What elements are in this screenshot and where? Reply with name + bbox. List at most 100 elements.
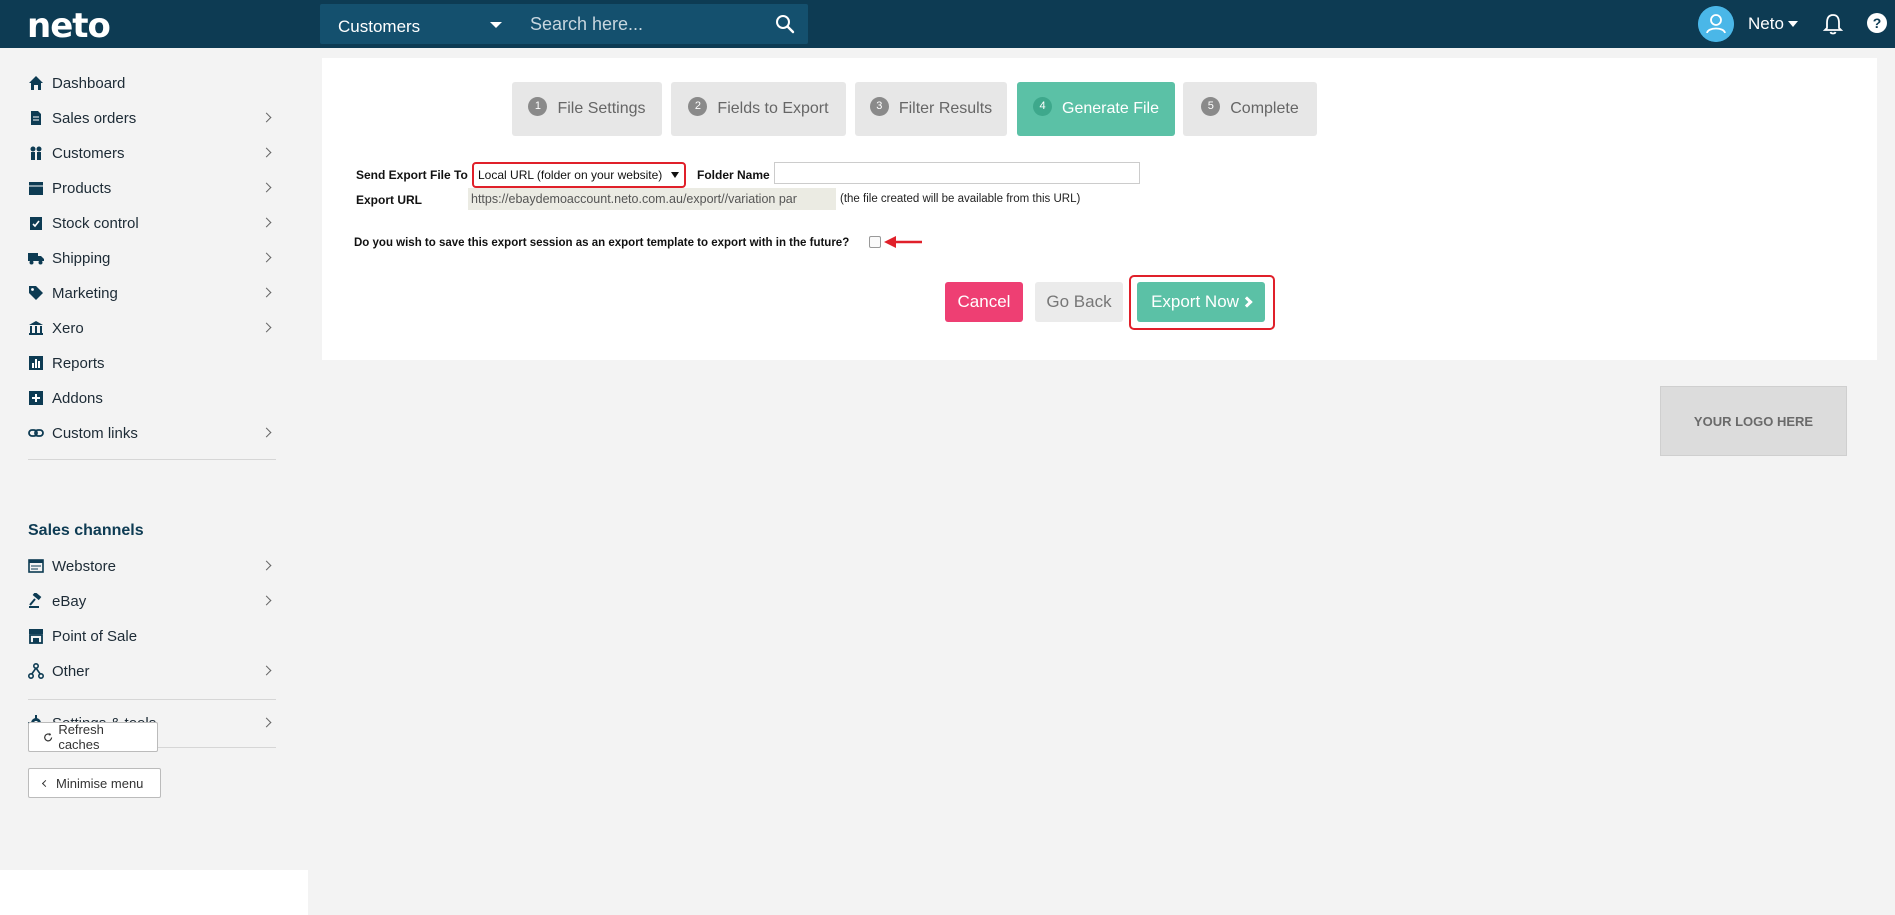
step-generate-file[interactable]: 4 Generate File (1017, 82, 1175, 136)
send-export-file-to-value: Local URL (folder on your website) (478, 168, 663, 182)
chevron-right-icon (261, 427, 272, 438)
step-number: 3 (869, 96, 889, 116)
step-label: File Settings (557, 100, 646, 117)
step-label: Filter Results (898, 100, 993, 117)
bell-icon[interactable] (1822, 12, 1844, 36)
export-now-label: Export Now (1151, 292, 1239, 311)
chevron-right-icon (261, 147, 272, 158)
export-wizard-card: 1 File Settings 2 Fields to Export 3 Fil… (322, 58, 1877, 360)
step-complete[interactable]: 5 Complete (1183, 82, 1317, 136)
search-input[interactable] (530, 4, 760, 44)
search-icon[interactable] (775, 14, 795, 34)
export-url-label: Export URL (356, 193, 422, 207)
chevron-right-icon (261, 560, 272, 571)
save-template-checkbox[interactable] (869, 236, 881, 248)
chevron-right-icon (261, 322, 272, 333)
send-export-file-to-select[interactable]: Local URL (folder on your website) (472, 162, 686, 188)
step-number: 1 (528, 96, 548, 116)
gavel-icon (29, 593, 42, 608)
sidebar-item-xero[interactable]: Xero (28, 313, 272, 343)
sidebar-item-label: eBay (52, 592, 87, 610)
sidebar-item-reports[interactable]: Reports (28, 348, 270, 378)
folder-name-input[interactable] (774, 162, 1140, 184)
chevron-right-icon (261, 112, 272, 123)
people-icon (30, 146, 42, 160)
sidebar-item-label: Point of Sale (52, 627, 138, 645)
send-export-file-to-label: Send Export File To (356, 168, 468, 182)
bank-icon (29, 321, 43, 335)
sidebar-item-products[interactable]: Products (28, 173, 272, 203)
export-url-note: (the file created will be available from… (840, 193, 1081, 205)
box-icon (29, 182, 43, 195)
sidebar-item-label: Shipping (52, 249, 111, 267)
chevron-right-icon (1241, 296, 1253, 308)
search-bar: Customers (320, 4, 808, 44)
sidebar-item-webstore[interactable]: Webstore (28, 551, 272, 581)
chevron-right-icon (261, 665, 272, 676)
sidebar-item-point-of-sale[interactable]: Point of Sale (28, 621, 270, 651)
sidebar-item-label: Products (52, 179, 112, 197)
truck-icon (28, 253, 44, 265)
top-bar: neto Customers Neto ? (0, 0, 1895, 48)
sidebar-item-label: Webstore (52, 557, 116, 575)
sidebar-item-label: Reports (52, 354, 105, 372)
minimise-menu-label: Minimise menu (56, 775, 144, 791)
chevron-right-icon (261, 252, 272, 263)
chevron-right-icon (261, 287, 272, 298)
sidebar-item-dashboard[interactable]: Dashboard (28, 68, 270, 98)
sidebar-item-addons[interactable]: Addons (28, 383, 270, 413)
chevron-right-icon (261, 182, 272, 193)
tag-icon (29, 286, 43, 300)
sidebar-item-shipping[interactable]: Shipping (28, 243, 272, 273)
step-fields-to-export[interactable]: 2 Fields to Export (671, 82, 846, 136)
sales-channels-heading: Sales channels (28, 522, 144, 539)
bar-chart-icon (29, 356, 43, 370)
step-file-settings[interactable]: 1 File Settings (512, 82, 662, 136)
divider (28, 699, 276, 700)
chevron-down-icon (671, 172, 679, 178)
arrow-left-icon (884, 236, 922, 248)
sidebar-item-customers[interactable]: Customers (28, 138, 272, 168)
chevron-down-icon (1788, 21, 1798, 27)
chevron-left-icon (41, 779, 50, 787)
refresh-caches-label: Refresh caches (58, 722, 104, 752)
export-now-button[interactable]: Export Now (1137, 282, 1265, 322)
sidebar-item-other[interactable]: Other (28, 656, 272, 686)
help-icon[interactable]: ? (1866, 12, 1888, 34)
neto-logo[interactable]: neto (27, 6, 111, 46)
refresh-caches-button[interactable]: Refresh caches (28, 722, 158, 752)
sidebar-item-label: Customers (52, 144, 125, 162)
sidebar-item-custom-links[interactable]: Custom links (28, 418, 272, 448)
step-label: Complete (1230, 100, 1299, 117)
step-label: Generate File (1062, 100, 1159, 117)
sidebar-item-stock-control[interactable]: Stock control (28, 208, 272, 238)
chevron-right-icon (261, 717, 272, 728)
sidebar-footer (0, 870, 308, 915)
svg-text:?: ? (1873, 15, 1882, 31)
chevron-right-icon (261, 217, 272, 228)
browser-icon (28, 559, 44, 573)
avatar[interactable] (1698, 6, 1734, 42)
sidebar-item-label: Xero (52, 319, 84, 337)
step-number: 2 (688, 96, 708, 116)
network-icon (28, 663, 44, 679)
sidebar-item-label: Custom links (52, 424, 138, 442)
sidebar-item-label: Marketing (52, 284, 118, 302)
cancel-button[interactable]: Cancel (945, 282, 1023, 322)
chevron-right-icon (261, 595, 272, 606)
refresh-icon (44, 732, 53, 741)
home-icon (29, 76, 43, 90)
store-icon (29, 629, 43, 644)
sidebar-item-sales-orders[interactable]: Sales orders (28, 103, 272, 133)
sidebar-item-marketing[interactable]: Marketing (28, 278, 272, 308)
search-scope-dropdown[interactable]: Customers (320, 4, 518, 44)
minimise-menu-button[interactable]: Minimise menu (28, 768, 161, 798)
user-menu[interactable]: Neto (1748, 14, 1784, 34)
go-back-button[interactable]: Go Back (1035, 282, 1123, 322)
step-filter-results[interactable]: 3 Filter Results (855, 82, 1007, 136)
step-label: Fields to Export (717, 100, 829, 117)
sidebar-item-label: Dashboard (52, 74, 126, 92)
sidebar-item-label: Stock control (52, 214, 139, 232)
step-number: 5 (1201, 96, 1221, 116)
sidebar-item-ebay[interactable]: eBay (28, 586, 272, 616)
